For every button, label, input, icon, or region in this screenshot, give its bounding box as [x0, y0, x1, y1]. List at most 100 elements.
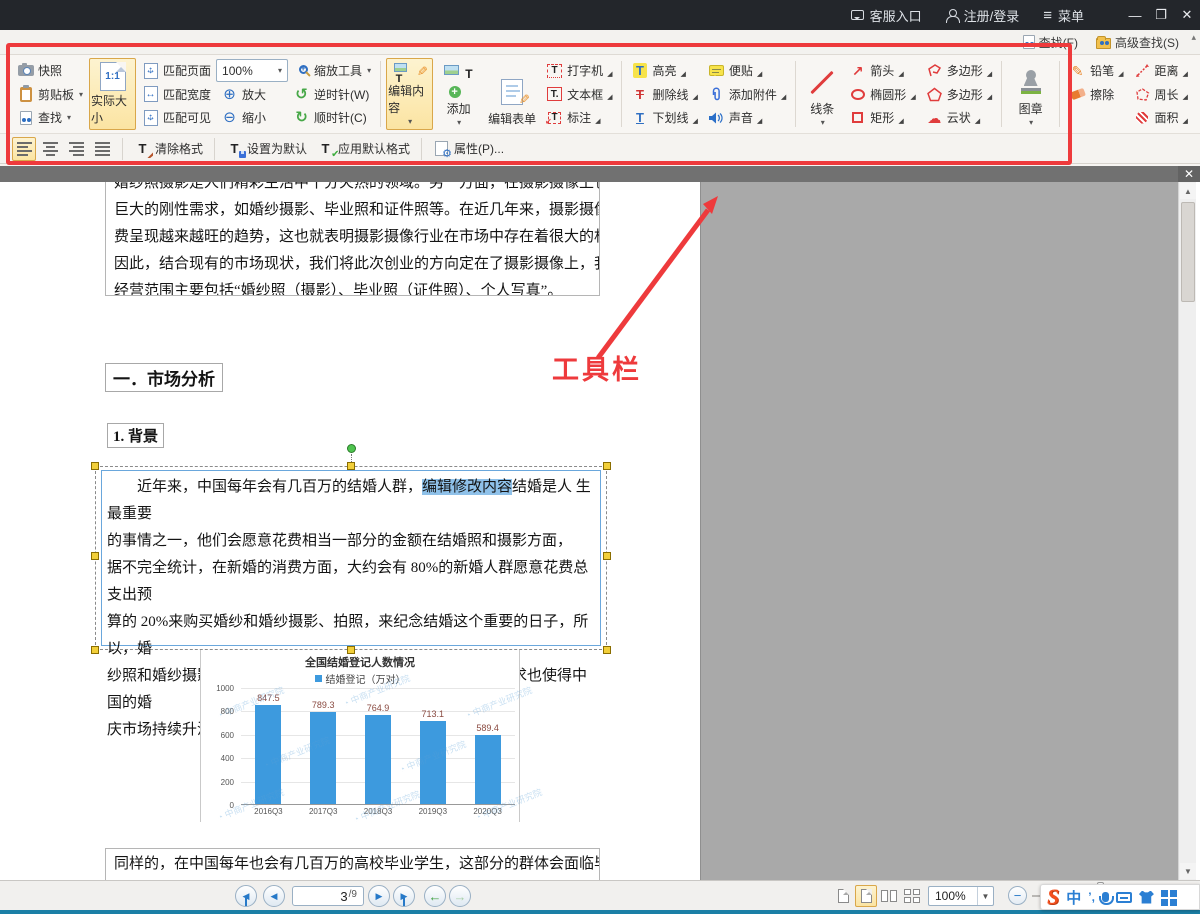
- selected-text[interactable]: 编辑修改内容: [422, 479, 512, 495]
- pencil-button[interactable]: ✎ 铅笔◢: [1064, 59, 1128, 82]
- area-button[interactable]: 面积◢: [1129, 106, 1193, 129]
- top-paragraph-box[interactable]: 婚纱照摄影是人们精彩生活中十分火热的领域。另一方面，在摄影摄像上也存在着 巨大的…: [105, 182, 600, 296]
- add-button[interactable]: T + 添加 ▾: [435, 58, 482, 130]
- bottom-paragraph-box[interactable]: 同样的，在中国每年也会有几百万的高校毕业学生，这部分的群体会面临毕: [105, 848, 600, 880]
- maximize-button[interactable]: ❐: [1148, 0, 1174, 30]
- clear-format-button[interactable]: T 清除格式: [129, 137, 208, 160]
- rectangle-button[interactable]: 矩形◢: [844, 106, 920, 129]
- rotate-ccw-button[interactable]: ↺ 逆时针(W): [288, 83, 376, 106]
- close-button[interactable]: ✕: [1174, 0, 1200, 30]
- vertical-scrollbar[interactable]: ▲ ▼: [1178, 182, 1196, 880]
- back-view-button[interactable]: ←: [424, 885, 446, 907]
- properties-button[interactable]: 属性(P)...: [428, 137, 509, 160]
- customer-service-label: 客服入口: [870, 6, 922, 25]
- skin-icon[interactable]: [1139, 891, 1154, 904]
- resize-handle-top-right[interactable]: [603, 462, 611, 470]
- snapshot-button[interactable]: 快照: [12, 59, 88, 82]
- previous-page-button[interactable]: ◀: [263, 885, 285, 907]
- zoom-out-button[interactable]: ⊖ 缩小: [216, 106, 288, 129]
- forward-view-button[interactable]: →: [449, 885, 471, 907]
- typewriter-button[interactable]: T 打字机◢: [541, 59, 617, 82]
- actual-size-button[interactable]: 1:1 实际大小: [89, 58, 136, 130]
- fit-page-button[interactable]: ↔↕ 匹配页面: [137, 59, 216, 82]
- stamp-button[interactable]: 图章 ▾: [1007, 58, 1054, 130]
- resize-handle-mid-left[interactable]: [91, 552, 99, 560]
- find-button[interactable]: 查找(F): [1016, 32, 1085, 53]
- status-zoom-select[interactable]: 100% ▼: [928, 886, 994, 906]
- edit-form-button[interactable]: ✎ 编辑表单: [484, 58, 540, 130]
- language-mode-icon[interactable]: 中: [1066, 887, 1081, 908]
- arrow-shape-button[interactable]: ↗ 箭头◢: [844, 59, 920, 82]
- resize-handle-bottom-left[interactable]: [91, 646, 99, 654]
- advanced-find-button[interactable]: 高级查找(S): [1089, 32, 1186, 53]
- edit-content-button[interactable]: T ✎ 编辑内容 ▾: [386, 58, 433, 130]
- text-box-button[interactable]: T. 文本框◢: [541, 83, 617, 106]
- sogou-logo-icon[interactable]: S: [1047, 886, 1059, 908]
- polygon-open-button[interactable]: 多边形◢: [921, 59, 997, 82]
- set-default-button[interactable]: T 设置为默认: [221, 137, 312, 160]
- clipboard-button[interactable]: 剪贴板▾: [12, 83, 88, 106]
- resize-handle-top-center[interactable]: [347, 462, 355, 470]
- scrollbar-thumb[interactable]: [1181, 202, 1195, 302]
- resize-handle-top-left[interactable]: [91, 462, 99, 470]
- close-document-icon[interactable]: ✕: [1178, 166, 1200, 182]
- sound-button[interactable]: 声音◢: [703, 106, 791, 129]
- find-tool-button[interactable]: 查找▾: [12, 106, 88, 129]
- zoom-level-select[interactable]: 100%▾: [216, 59, 288, 82]
- page-number-input[interactable]: 3 /9: [292, 886, 364, 906]
- perimeter-button[interactable]: 周长◢: [1129, 83, 1193, 106]
- align-justify-button[interactable]: [90, 137, 114, 161]
- status-zoom-out-button[interactable]: −: [1008, 886, 1027, 905]
- toolbox-icon[interactable]: [1161, 890, 1168, 897]
- rotate-selection-handle[interactable]: [347, 444, 356, 453]
- document-page[interactable]: 婚纱照摄影是人们精彩生活中十分火热的领域。另一方面，在摄影摄像上也存在着 巨大的…: [0, 182, 700, 880]
- last-page-button[interactable]: ▶: [393, 885, 415, 907]
- customer-service-button[interactable]: 客服入口: [839, 0, 934, 30]
- collapse-ribbon-icon[interactable]: ▴: [1191, 32, 1196, 43]
- register-login-button[interactable]: 注册/登录: [934, 0, 1032, 30]
- polygon-button[interactable]: 多边形◢: [921, 83, 997, 106]
- next-page-button[interactable]: ▶: [368, 885, 390, 907]
- apply-default-button[interactable]: T✔ 应用默认格式: [312, 137, 415, 160]
- soft-keyboard-icon[interactable]: [1116, 892, 1132, 903]
- strikeout-button[interactable]: T 删除线◢: [626, 83, 702, 106]
- document-viewport[interactable]: 婚纱照摄影是人们精彩生活中十分火热的领域。另一方面，在摄影摄像上也存在着 巨大的…: [0, 182, 1200, 880]
- continuous-view-button[interactable]: [855, 885, 877, 907]
- zoom-in-button[interactable]: ⊕ 放大: [216, 83, 288, 106]
- titlebar: 客服入口 注册/登录 ≡ 菜单 — ❐ ✕: [0, 0, 1200, 30]
- fit-visible-button[interactable]: ↔↕ 匹配可见: [137, 106, 216, 129]
- register-login-label: 注册/登录: [964, 6, 1020, 25]
- resize-handle-bottom-right[interactable]: [603, 646, 611, 654]
- distance-button[interactable]: 距离◢: [1129, 59, 1193, 82]
- highlight-button[interactable]: T 高亮◢: [626, 59, 702, 82]
- punctuation-mode-icon[interactable]: ’,: [1088, 890, 1095, 904]
- window-controls: — ❐ ✕: [1122, 0, 1200, 30]
- microphone-icon[interactable]: [1102, 892, 1109, 902]
- scroll-up-icon[interactable]: ▲: [1180, 183, 1196, 199]
- line-button[interactable]: 线条 ▾: [801, 58, 843, 130]
- menu-button[interactable]: ≡ 菜单: [1031, 0, 1096, 30]
- resize-handle-mid-right[interactable]: [603, 552, 611, 560]
- align-left-button[interactable]: [12, 137, 36, 161]
- callout-button[interactable]: ↙T 标注◢: [541, 106, 617, 129]
- attachment-button[interactable]: 添加附件◢: [703, 83, 791, 106]
- two-page-continuous-button[interactable]: [901, 885, 923, 907]
- align-right-button[interactable]: [64, 137, 88, 161]
- zoom-tool-button[interactable]: 缩放工具▾: [288, 59, 376, 82]
- cloud-button[interactable]: ☁ 云状◢: [921, 106, 997, 129]
- single-page-view-button[interactable]: [832, 885, 854, 907]
- eraser-button[interactable]: 擦除: [1064, 83, 1128, 106]
- ellipse-icon: [849, 86, 866, 103]
- two-page-view-button[interactable]: [878, 885, 900, 907]
- align-center-button[interactable]: [38, 137, 62, 161]
- underline-button[interactable]: T 下划线◢: [626, 106, 702, 129]
- scroll-down-icon[interactable]: ▼: [1180, 863, 1196, 879]
- zoom-tool-label: 缩放工具: [314, 62, 362, 79]
- minimize-button[interactable]: —: [1122, 0, 1148, 30]
- resize-handle-bottom-center[interactable]: [347, 646, 355, 654]
- sticky-note-button[interactable]: 便贴◢: [703, 59, 791, 82]
- rotate-cw-button[interactable]: ↻ 顺时针(C): [288, 106, 376, 129]
- ellipse-button[interactable]: 椭圆形◢: [844, 83, 920, 106]
- fit-width-button[interactable]: ↔ 匹配宽度: [137, 83, 216, 106]
- first-page-button[interactable]: ◀: [235, 885, 257, 907]
